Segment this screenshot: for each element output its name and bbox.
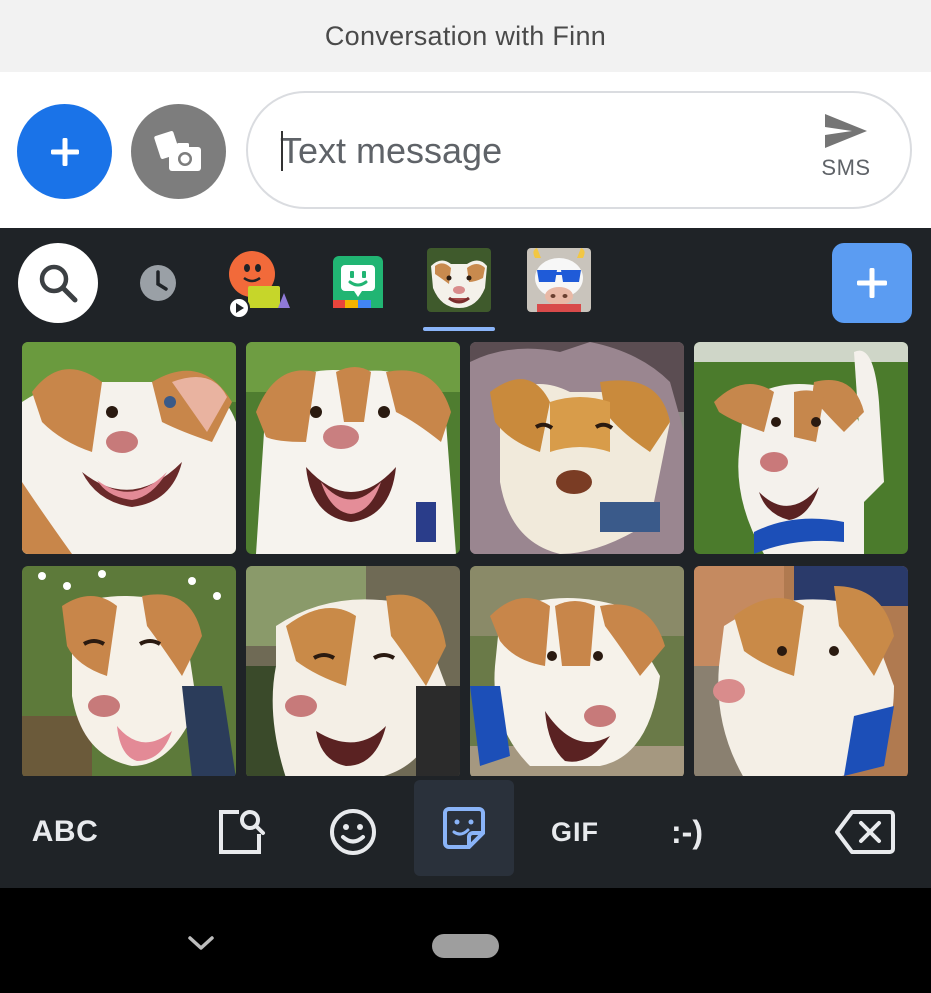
emoticon-button[interactable]: :-) [655, 776, 719, 888]
tab-sticker-pack-dog-photos[interactable] [427, 248, 491, 312]
sticker-grid [22, 342, 908, 778]
conversation-header: Conversation with Finn [0, 0, 931, 72]
dog-sticker-icon [694, 342, 908, 554]
tab-recent[interactable] [135, 248, 181, 318]
emoji-icon [330, 809, 376, 855]
abc-label: ABC [31, 815, 99, 848]
bitmoji-characters-icon [228, 251, 290, 319]
dog-sticker-icon [470, 342, 684, 554]
sticker-tab-button[interactable] [414, 780, 514, 876]
dog-sticker-icon [470, 566, 684, 778]
attach-add-button[interactable] [17, 104, 112, 199]
message-input-container[interactable]: SMS [246, 91, 912, 209]
dog-sticker-icon [246, 566, 460, 778]
emoji-button[interactable] [322, 776, 384, 888]
hide-keyboard-button[interactable] [186, 933, 216, 958]
sticker-tile[interactable] [694, 342, 908, 554]
emoticon-label: :-) [671, 813, 703, 850]
keyboard-bottom-bar: ABC GIF:-) [0, 776, 931, 888]
tab-bitmoji-app[interactable] [333, 256, 383, 310]
backspace-button[interactable] [832, 776, 898, 888]
sticker-tile[interactable] [246, 342, 460, 554]
dog-sticker-icon [22, 342, 236, 554]
send-sms-button[interactable]: SMS [808, 111, 884, 191]
sticker-tile[interactable] [694, 566, 908, 778]
camera-gallery-button[interactable] [131, 104, 226, 199]
gif-label: GIF [551, 816, 599, 847]
tab-sticker-pack-bitmoji-characters[interactable] [222, 248, 294, 320]
gif-button[interactable]: GIF [540, 776, 610, 888]
sticker-tile[interactable] [470, 566, 684, 778]
conversation-title: Conversation with Finn [324, 20, 607, 51]
sticker-tile[interactable] [22, 342, 236, 554]
keyboard-sticker-panel: ABC GIF:-) [0, 228, 931, 888]
clock-icon [140, 265, 176, 301]
message-input[interactable] [280, 123, 780, 179]
selected-tab-indicator [423, 327, 495, 331]
tab-sticker-pack-cow-sunglasses[interactable] [527, 248, 591, 312]
send-type-label: SMS [821, 155, 871, 180]
plus-icon [50, 137, 79, 166]
plus-icon [857, 268, 887, 298]
expression-search-button[interactable] [210, 776, 272, 888]
dog-photo-pack-icon [427, 248, 491, 312]
dog-sticker-icon [22, 566, 236, 778]
sticker-tile[interactable] [22, 566, 236, 778]
camera-gallery-icon [153, 130, 201, 171]
sticker-tile[interactable] [246, 566, 460, 778]
sticker-tile[interactable] [470, 342, 684, 554]
compose-bar: SMS [0, 72, 931, 228]
abc-keyboard-button[interactable]: ABC [20, 776, 110, 888]
dog-sticker-icon [246, 342, 460, 554]
dog-sticker-icon [694, 566, 908, 778]
sticker-icon [443, 807, 485, 849]
sticker-search-icon [219, 810, 265, 854]
backspace-icon [835, 810, 895, 854]
bitmoji-app-icon [333, 256, 383, 308]
add-sticker-pack-button[interactable] [832, 243, 912, 323]
home-pill[interactable] [432, 934, 499, 958]
text-caret [281, 131, 283, 171]
send-icon [825, 114, 867, 148]
chevron-down-icon [188, 936, 214, 950]
cow-sunglasses-icon [527, 248, 591, 312]
sticker-search-button[interactable] [18, 243, 98, 323]
system-navigation-bar [0, 888, 931, 993]
search-icon [39, 264, 78, 303]
